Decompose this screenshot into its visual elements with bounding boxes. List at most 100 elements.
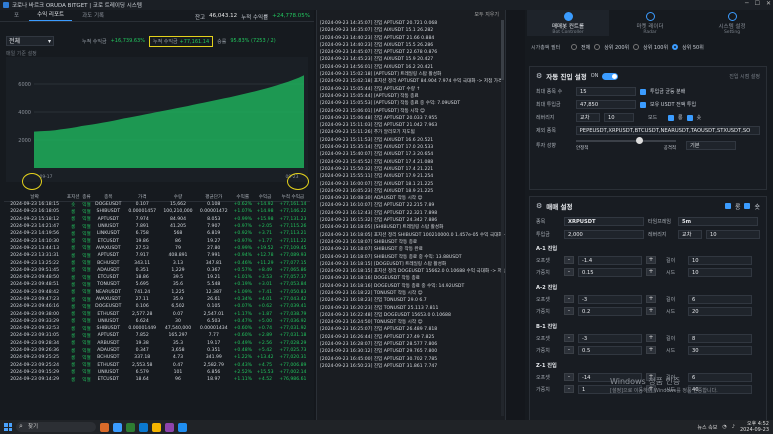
ranking-radio-100[interactable] — [633, 44, 640, 50]
seed-input[interactable]: 20 — [688, 306, 752, 316]
column-header[interactable]: 수익률 — [231, 193, 255, 202]
short-checkbox[interactable] — [686, 114, 693, 121]
increment-button[interactable]: + — [646, 256, 656, 264]
trade-margin-select[interactable]: 교차 — [678, 230, 702, 239]
increment-button[interactable]: + — [646, 346, 656, 354]
tab-profit-report[interactable]: 수익 리포트 — [29, 8, 73, 21]
exclude-input[interactable]: PEPEUSDT,XRPUSDT,BTCUSDT,NEARUSDT,TAOUSD… — [575, 126, 760, 135]
increment-button[interactable]: + — [646, 295, 656, 303]
minimize-icon[interactable]: ─ — [745, 0, 749, 7]
decrement-button[interactable]: - — [564, 334, 574, 342]
decrement-button[interactable]: - — [564, 346, 574, 354]
taskbar-app-icon[interactable] — [113, 422, 122, 432]
weight-input[interactable]: 0.15 — [578, 267, 642, 277]
table-row[interactable]: 2024-09-23 09:47:23 롱 익절 AVAXUSDT 27.11 35.9 2… — [4, 296, 310, 303]
increment-button[interactable]: + — [646, 268, 656, 276]
table-row[interactable]: 2024-09-23 09:32:53 롱 익절 SHIBUSDT 0.00001449… — [4, 325, 310, 332]
table-row[interactable]: 2024-09-23 16:18:05 롱 익절 SHIBUSDT 0.00001457… — [4, 208, 310, 215]
table-row[interactable]: 2024-09-23 16:18:15 숏 익절 DOGEUSDT 0.107 15,66… — [4, 201, 310, 208]
table-row[interactable]: 2024-09-23 14:10:30 롱 익절 ETCUSDT 19.86 86 19.2… — [4, 237, 310, 245]
ranking-radio-all[interactable] — [571, 44, 577, 50]
table-row[interactable]: 2024-09-23 15:18:12 롱 익절 APTUSDT 7.974 84.904… — [4, 216, 310, 223]
max-alloc-input[interactable]: 47,850 — [576, 100, 636, 109]
taskbar-app-icon[interactable] — [100, 422, 109, 432]
column-header[interactable]: 수익금 — [254, 193, 276, 202]
table-row[interactable]: 2024-09-23 13:25:22 롱 익절 BCHUSDT 343.11 3.13 3… — [4, 259, 310, 267]
clear-log-button[interactable]: 모두 지우기 — [317, 10, 505, 20]
invest-style-slider[interactable] — [576, 136, 676, 144]
ranking-radio-50[interactable] — [672, 44, 679, 50]
nav-bot-controller[interactable]: 매매봇 컨트롤 Bot Controller — [527, 10, 609, 36]
volume-icon[interactable]: ♪ — [732, 424, 735, 430]
taskbar-app-icon[interactable] — [126, 422, 135, 432]
tab-home[interactable]: 포 — [6, 9, 27, 21]
table-row[interactable]: 2024-09-23 13:44:13 롱 익절 AVAXUSDT 27.53 79 27.… — [4, 245, 310, 252]
entry-timing-button[interactable]: 진입 시점 설정 — [729, 73, 760, 80]
log-scrollbar[interactable] — [501, 20, 504, 416]
taskbar-search[interactable]: 찾기 — [16, 421, 96, 432]
increment-button[interactable]: + — [646, 334, 656, 342]
decrement-button[interactable]: - — [564, 268, 574, 276]
increment-button[interactable]: + — [646, 307, 656, 315]
decrement-button[interactable]: - — [564, 256, 574, 264]
table-row[interactable]: 2024-09-23 09:48:42 롱 익절 NEARUSDT 741.24 1,22… — [4, 289, 310, 296]
taskbar-app-icon[interactable] — [178, 422, 187, 432]
table-row[interactable]: 2024-09-23 09:33:29 롱 익절 UNIUSDT 6.624 30 6.50… — [4, 318, 310, 325]
table-row[interactable]: 2024-09-23 09:48:50 롱 익절 ETCUSDT 18.86 39.5 19… — [4, 274, 310, 281]
trade-leverage-input[interactable]: 10 — [706, 230, 760, 239]
nav-settings[interactable]: 시스템 설정 Setting — [691, 10, 773, 36]
offset-input[interactable]: -1.4 — [578, 255, 642, 265]
leverage-input[interactable]: 10 — [604, 113, 634, 122]
column-header[interactable]: 날짜 — [4, 193, 66, 202]
amount-input[interactable]: 2,000 — [564, 230, 644, 239]
seed-input[interactable]: 30 — [688, 345, 752, 355]
table-row[interactable]: 2024-09-23 09:14:29 롱 익절 ETCUSDT 18.64 96 18.9… — [4, 376, 310, 383]
equal-split-checkbox[interactable] — [640, 88, 646, 95]
column-header[interactable]: 평균단가 — [196, 193, 232, 202]
column-header[interactable]: 종목 — [91, 193, 125, 202]
close-icon[interactable]: ✕ — [766, 0, 771, 7]
long-checkbox[interactable] — [668, 114, 674, 121]
table-row[interactable]: 2024-09-23 09:46:16 롱 익절 DOGEUSDT 0.106 6,502… — [4, 303, 310, 310]
windows-start-icon[interactable] — [4, 423, 12, 431]
table-row[interactable]: 2024-09-23 13:31:31 롱 익절 APTUSDT 7.917 408.89… — [4, 252, 310, 259]
decrement-button[interactable]: - — [564, 385, 574, 393]
table-row[interactable]: 2024-09-23 09:25:24 롱 익절 ETHUSDT 2,553.58 0.4… — [4, 362, 310, 369]
nav-radar[interactable]: 마켓 레이더 Radar — [609, 10, 691, 36]
table-row[interactable]: 2024-09-23 09:51:45 롱 익절 ADAUSDT 0.351 1,229 0… — [4, 267, 310, 274]
trade-short-checkbox[interactable] — [744, 203, 751, 209]
symbol-select[interactable]: XRPUSDT — [564, 217, 644, 226]
table-row[interactable]: 2024-09-23 14:19:56 롱 익절 LINKUSDT 6.758 568 6.… — [4, 230, 310, 237]
decrement-button[interactable]: - — [564, 307, 574, 315]
table-row[interactable]: 2024-09-23 09:26:36 롱 익절 ADAUSDT 0.347 3,658 0… — [4, 347, 310, 354]
length-input[interactable]: 10 — [688, 255, 752, 265]
column-header[interactable]: 누적 수익금 — [275, 193, 310, 202]
auto-entry-toggle[interactable] — [602, 72, 619, 80]
length-input[interactable]: 6 — [688, 294, 752, 304]
column-header[interactable]: 종류 — [81, 193, 92, 202]
column-header[interactable]: 수량 — [159, 193, 197, 202]
decrement-button[interactable]: - — [564, 295, 574, 303]
weight-input[interactable]: 0.2 — [578, 306, 642, 316]
taskbar-app-icon[interactable] — [152, 422, 161, 432]
seed-input[interactable]: 10 — [688, 267, 752, 277]
offset-input[interactable]: -3 — [578, 294, 642, 304]
table-row[interactable]: 2024-09-23 09:48:51 롱 익절 TONUSDT 5.695 35.6 5.… — [4, 281, 310, 288]
weight-input[interactable]: 0.5 — [578, 345, 642, 355]
all-usdt-checkbox[interactable] — [640, 101, 646, 108]
column-header[interactable]: 가격 — [124, 193, 160, 202]
taskbar-app-icon[interactable] — [165, 422, 174, 432]
table-row[interactable]: 2024-09-23 09:28:34 롱 익절 ARBUSDT 19.38 35.3 19… — [4, 340, 310, 347]
news-widget[interactable]: 뉴스 속보 — [697, 424, 717, 431]
preset-select[interactable]: 기본 — [686, 140, 736, 150]
clock-date[interactable]: 2024-09-23 — [740, 427, 769, 433]
timeframe-select[interactable]: 5m — [678, 217, 758, 226]
offset-input[interactable]: -3 — [578, 333, 642, 343]
ranking-radio-200[interactable] — [594, 44, 601, 50]
table-row[interactable]: 2024-09-23 09:15:29 롱 익절 UNIUSDT 6.579 101 6.8… — [4, 369, 310, 376]
decrement-button[interactable]: - — [564, 373, 574, 381]
taskbar-app-icon[interactable] — [139, 422, 148, 432]
table-row[interactable]: 2024-09-23 14:21:47 롱 익절 UNIUSDT 7.891 41.205… — [4, 223, 310, 230]
table-row[interactable]: 2024-09-23 09:38:00 롱 익절 ETHUSDT 2,577.28 0.0… — [4, 310, 310, 318]
table-row[interactable]: 2024-09-23 09:31:05 롱 익절 APTUSDT 7.852 165.29… — [4, 332, 310, 339]
